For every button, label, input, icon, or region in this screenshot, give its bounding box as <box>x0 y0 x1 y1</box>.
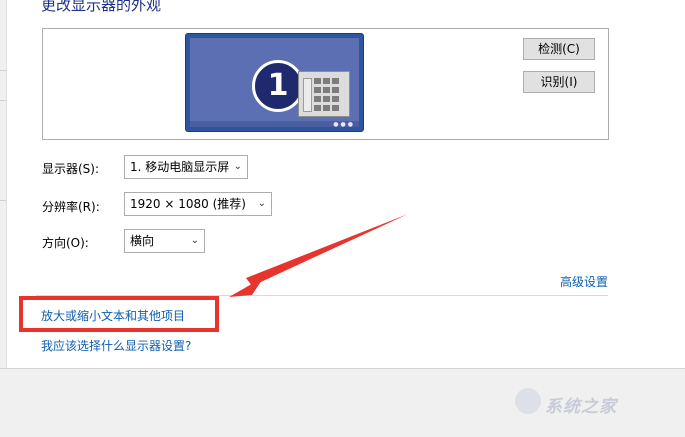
grid-cell <box>314 87 321 93</box>
grid-cell <box>323 78 330 84</box>
edge-tick <box>0 100 6 101</box>
resolution-label: 分辨率(R): <box>42 200 100 214</box>
left-window-edge <box>0 0 7 370</box>
watermark-logo-icon <box>515 388 541 414</box>
display-label: 显示器(S): <box>42 162 100 176</box>
grid-cell <box>332 78 339 84</box>
grid-cell <box>323 87 330 93</box>
grid-cell <box>323 96 330 102</box>
which-settings-help-link[interactable]: 我应该选择什么显示器设置? <box>41 337 191 354</box>
grid-window-icon <box>298 71 350 117</box>
display-preview-area: 1 ●●● 检测(C) 识别(I) <box>42 28 609 140</box>
annotation-highlight-box <box>19 296 219 332</box>
monitor-dots-icon: ●●● <box>333 121 355 128</box>
chevron-down-icon: ⌄ <box>233 161 242 172</box>
chevron-down-icon: ⌄ <box>190 235 199 246</box>
grid-window-rail <box>303 78 312 112</box>
orientation-label: 方向(O): <box>42 236 89 250</box>
detect-button[interactable]: 检测(C) <box>523 38 595 60</box>
section-title: 更改显示器的外观 <box>41 0 162 14</box>
display-select-value: 1. 移动电脑显示屏 <box>130 160 230 174</box>
orientation-select-value: 横向 <box>130 234 155 248</box>
edge-tick <box>0 200 6 201</box>
grid-cell <box>323 105 330 111</box>
resolution-select-value: 1920 × 1080 (推荐) <box>130 197 246 211</box>
monitor-1-preview[interactable]: 1 ●●● <box>186 34 363 131</box>
grid-cell <box>314 105 321 111</box>
grid-cell <box>314 96 321 102</box>
advanced-settings-link[interactable]: 高级设置 <box>560 273 608 290</box>
monitor-number-badge: 1 <box>252 60 304 112</box>
identify-button[interactable]: 识别(I) <box>523 71 595 93</box>
resolution-select[interactable]: 1920 × 1080 (推荐) ⌄ <box>124 192 272 216</box>
grid-cell <box>332 105 339 111</box>
grid-cell <box>332 96 339 102</box>
edge-tick <box>0 70 6 71</box>
display-select[interactable]: 1. 移动电脑显示屏 ⌄ <box>124 155 248 179</box>
chevron-down-icon: ⌄ <box>257 198 266 209</box>
grid-cell <box>314 78 321 84</box>
watermark-text: 系统之家 <box>545 397 617 417</box>
orientation-select[interactable]: 横向 ⌄ <box>124 229 205 253</box>
grid-cell <box>332 87 339 93</box>
